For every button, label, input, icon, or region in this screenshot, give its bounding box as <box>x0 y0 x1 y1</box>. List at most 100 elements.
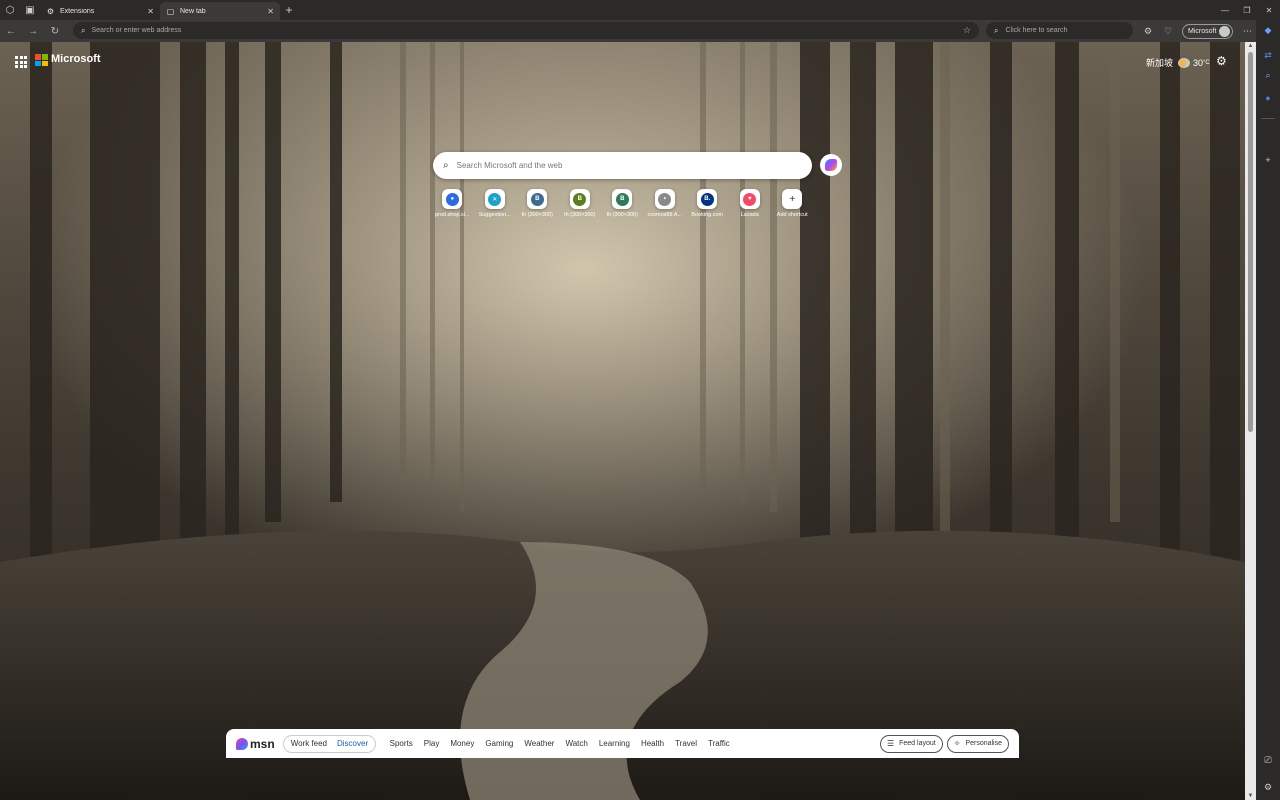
sidebar-outlook-icon[interactable]: ● <box>1256 88 1280 108</box>
msn-nav-learning[interactable]: Learning <box>599 739 630 748</box>
close-tab-icon[interactable]: ✕ <box>147 7 154 16</box>
shortcut-label: Booking.com <box>691 212 724 218</box>
avatar <box>1219 25 1231 37</box>
search-placeholder: Search Microsoft and the web <box>456 161 563 170</box>
shortcut-tile[interactable]: B. Booking.com <box>686 189 729 218</box>
new-tab-button[interactable]: + <box>280 1 298 19</box>
sidebar-customize-icon[interactable]: ⎚ <box>1256 750 1280 770</box>
back-button[interactable]: ← <box>0 20 22 42</box>
add-shortcut-button[interactable]: + Add shortcut <box>771 189 814 218</box>
sliders-icon: ☰ <box>886 739 895 748</box>
discover-option[interactable]: Discover <box>332 739 373 748</box>
shortcut-label: Add shortcut <box>776 212 808 218</box>
shortcut-label: prod.shop.sl... <box>434 212 470 218</box>
msn-nav-money[interactable]: Money <box>450 739 474 748</box>
forward-button[interactable]: → <box>22 20 44 42</box>
favorite-star-icon[interactable]: ☆ <box>963 25 971 36</box>
shortcut-tile[interactable]: • cosmos88 A... <box>644 189 687 218</box>
tab-actions-icon[interactable]: ▣ <box>20 0 40 20</box>
more-menu-icon[interactable]: ⋯ <box>1237 20 1257 42</box>
shortcuts-row: ● prod.shop.sl... ✕ Suggestion... Bth (300×3… <box>431 189 814 218</box>
msn-nav: Sports Play Money Gaming Weather Watch Learnin… <box>384 739 735 748</box>
search-icon: ⌕ <box>81 25 86 35</box>
shortcut-icon: ✕ <box>484 189 505 209</box>
copilot-button[interactable] <box>820 154 842 176</box>
shortcut-label: Suggestion... <box>478 212 511 218</box>
personalise-button[interactable]: ✧ Personalise <box>946 734 1009 753</box>
restore-icon[interactable]: ❐ <box>1236 0 1258 20</box>
feed-layout-button[interactable]: ☰ Feed layout <box>879 734 943 753</box>
shortcut-icon: B. <box>697 189 718 209</box>
msn-nav-sports[interactable]: Sports <box>390 739 413 748</box>
work-feed-option[interactable]: Work feed <box>286 739 332 748</box>
side-search-box[interactable]: ⌕ Click here to search <box>986 22 1133 39</box>
shortcut-tile[interactable]: Bth (300×300) <box>559 189 602 218</box>
msn-nav-weather[interactable]: Weather <box>524 739 554 748</box>
sidebar-translate-icon[interactable]: ⇄ <box>1256 45 1280 65</box>
sidebar-copilot-icon[interactable]: ◆ <box>1256 20 1280 40</box>
sidebar-settings-icon[interactable]: ⚙ <box>1256 777 1280 797</box>
shortcut-tile[interactable]: Bth (300×300) <box>516 189 559 218</box>
copilot-icon <box>825 159 837 171</box>
shortcut-icon: ♥ <box>739 189 760 209</box>
new-tab-icon: ▢ <box>166 6 175 16</box>
msn-nav-travel[interactable]: Travel <box>675 739 697 748</box>
page-scrollbar[interactable]: ▲ ▼ <box>1245 42 1256 800</box>
msn-nav-watch[interactable]: Watch <box>565 739 587 748</box>
weather-widget[interactable]: 新加坡 30 °C <box>1146 56 1210 69</box>
shortcut-label: th (300×300) <box>564 212 596 218</box>
web-search-input[interactable]: ⌕ Search Microsoft and the web <box>433 152 812 179</box>
shortcut-glyph: B. <box>700 192 714 206</box>
msn-actions: ☰ Feed layout ✧ Personalise <box>876 734 1009 753</box>
shortcut-tile[interactable]: ● prod.shop.sl... <box>431 189 474 218</box>
shortcut-glyph: ♥ <box>743 192 757 206</box>
refresh-button[interactable]: ↻ <box>44 20 66 42</box>
shortcut-icon: B <box>612 189 633 209</box>
tab-extensions[interactable]: ⚙ Extensions ✕ <box>40 2 160 20</box>
tab-strip: ⬡ ▣ ⚙ Extensions ✕ ▢ New tab ✕ + — ❐ ✕ <box>0 0 1280 20</box>
shortcut-glyph: ✕ <box>488 192 502 206</box>
shortcut-label: th (300×300) <box>606 212 638 218</box>
sidebar-search-icon[interactable]: ⌕ <box>1256 65 1280 85</box>
close-window-icon[interactable]: ✕ <box>1258 0 1280 20</box>
search-icon: ⌕ <box>994 25 999 35</box>
profile-button[interactable]: Microsoft <box>1182 23 1234 39</box>
msn-nav-gaming[interactable]: Gaming <box>485 739 513 748</box>
msn-nav-play[interactable]: Play <box>424 739 440 748</box>
shortcut-tile[interactable]: ✕ Suggestion... <box>474 189 517 218</box>
address-placeholder: Search or enter web address <box>91 27 182 34</box>
address-bar[interactable]: ⌕ Search or enter web address ☆ <box>73 22 979 39</box>
page-settings-gear-icon[interactable]: ⚙ <box>1216 54 1227 68</box>
sparkle-icon: ✧ <box>953 739 961 748</box>
shortcut-glyph: B <box>530 192 544 206</box>
msn-nav-traffic[interactable]: Traffic <box>708 739 730 748</box>
shortcut-tile[interactable]: ♥ Lazada <box>729 189 772 218</box>
shortcut-icon: + <box>782 189 803 209</box>
window-controls: — ❐ ✕ <box>1214 0 1280 20</box>
app-launcher-icon[interactable] <box>15 56 27 68</box>
tab-new-tab[interactable]: ▢ New tab ✕ <box>160 2 280 20</box>
shortcut-tile[interactable]: Bth (300×300) <box>601 189 644 218</box>
close-tab-icon[interactable]: ✕ <box>267 7 274 16</box>
msn-logo[interactable]: msn <box>236 737 275 751</box>
new-tab-page: Microsoft 新加坡 30 °C ⚙ ⌕ Search Microsoft … <box>0 42 1245 800</box>
shortcut-icon: ● <box>442 189 463 209</box>
minimize-icon[interactable]: — <box>1214 0 1236 20</box>
scrollbar-thumb[interactable] <box>1248 52 1253 432</box>
msn-feed-bar: msn Work feed Discover Sports Play Money Ga… <box>226 729 1019 758</box>
browser-essentials-icon[interactable]: ♡ <box>1158 20 1178 42</box>
scroll-down-icon[interactable]: ▼ <box>1245 792 1256 800</box>
weather-temp: 30 <box>1193 57 1204 68</box>
msn-nav-health[interactable]: Health <box>641 739 664 748</box>
shortcut-label: th (300×300) <box>521 212 553 218</box>
shortcut-glyph: + <box>785 192 799 206</box>
brand-title[interactable]: Microsoft <box>51 53 101 65</box>
shortcut-glyph: ● <box>445 192 459 206</box>
sidebar-add-icon[interactable]: + <box>1256 150 1280 170</box>
extensions-icon[interactable]: ⚙ <box>1138 20 1158 42</box>
scroll-up-icon[interactable]: ▲ <box>1245 42 1256 50</box>
shortcut-glyph: B <box>573 192 587 206</box>
toolbar: ← → ↻ ⌕ Search or enter web address ☆ ⌕ … <box>0 20 1280 42</box>
workspaces-icon[interactable]: ⬡ <box>0 0 20 20</box>
weather-sun-icon <box>1178 57 1191 68</box>
